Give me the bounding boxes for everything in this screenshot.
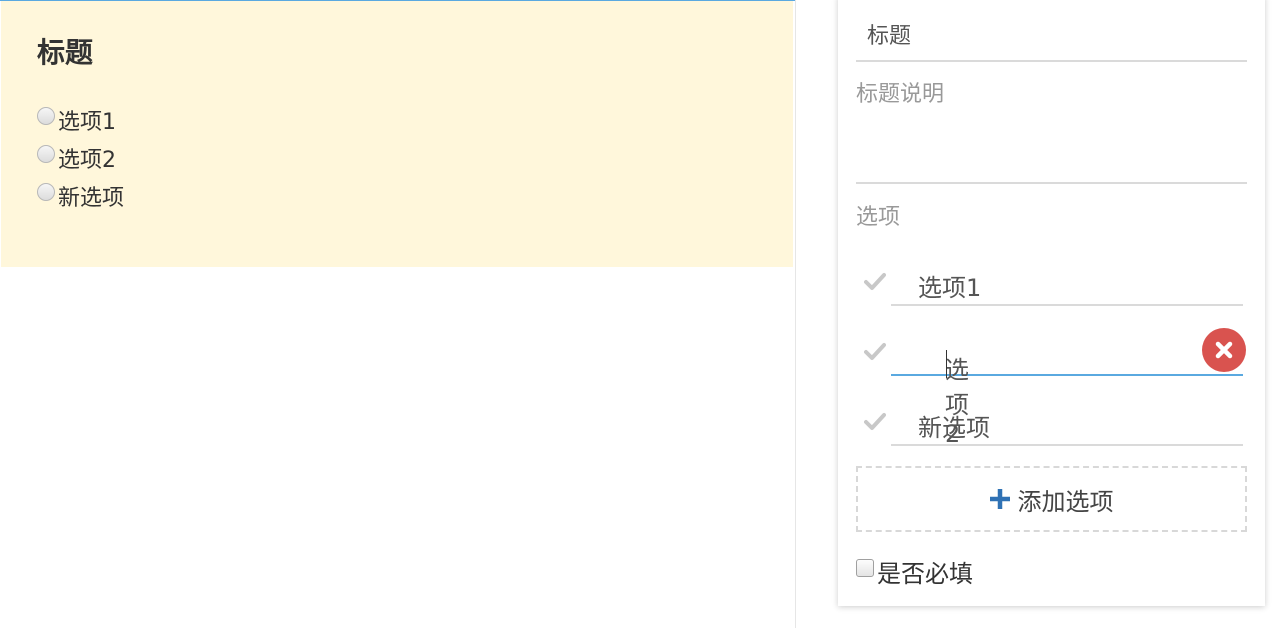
radio-button[interactable] (37, 107, 55, 125)
preview-column: 标题 选项1 选项2 新选项 (0, 0, 796, 628)
preview-options: 选项1 选项2 新选项 (37, 101, 124, 215)
delete-option-button[interactable] (1202, 328, 1246, 372)
option-editor-row: 新选项 (856, 396, 1247, 448)
check-icon[interactable] (864, 340, 886, 362)
form-builder: 标题 选项1 选项2 新选项 标题 标题说明 选项 选项1 选项2 新选项 添加… (0, 0, 1273, 628)
preview-option[interactable]: 新选项 (37, 177, 124, 215)
question-editor-panel: 标题 标题说明 选项 选项1 选项2 新选项 添加选项 是否必填 (838, 0, 1265, 606)
option-input-focused[interactable]: 选项2 (891, 326, 1243, 448)
option-input[interactable]: 选项1 (891, 256, 1243, 306)
title-input-value: 标题 (867, 24, 912, 49)
preview-option[interactable]: 选项2 (37, 139, 124, 177)
preview-option-label: 选项1 (58, 110, 116, 135)
plus-icon (989, 489, 1010, 509)
preview-title: 标题 (37, 36, 94, 69)
preview-option-label: 新选项 (58, 186, 125, 211)
add-option-button[interactable]: 添加选项 (856, 466, 1247, 532)
option-input[interactable]: 新选项 (891, 396, 1243, 446)
radio-button[interactable] (37, 183, 55, 201)
option-editor-row: 选项1 (856, 256, 1247, 308)
option-editor-row: 选项2 (856, 326, 1247, 448)
title-input[interactable]: 标题 (856, 10, 1247, 62)
option-input-value: 新选项 (918, 414, 990, 442)
description-input-underline (856, 182, 1247, 184)
required-checkbox[interactable] (856, 558, 874, 577)
description-input-placeholder[interactable]: 标题说明 (856, 76, 944, 108)
question-preview-card[interactable]: 标题 选项1 选项2 新选项 (1, 1, 793, 267)
check-icon[interactable] (864, 270, 886, 292)
close-circle-icon (1215, 341, 1233, 359)
required-toggle[interactable]: 是否必填 (856, 554, 973, 589)
text-caret (946, 350, 947, 378)
preview-option[interactable]: 选项1 (37, 101, 124, 139)
required-label: 是否必填 (877, 560, 973, 588)
preview-option-label: 选项2 (58, 148, 116, 173)
option-input-value: 选项1 (918, 274, 982, 302)
add-option-label: 添加选项 (1017, 487, 1114, 516)
options-section-label: 选项 (856, 205, 901, 230)
radio-button[interactable] (37, 145, 55, 163)
check-icon[interactable] (864, 410, 886, 432)
